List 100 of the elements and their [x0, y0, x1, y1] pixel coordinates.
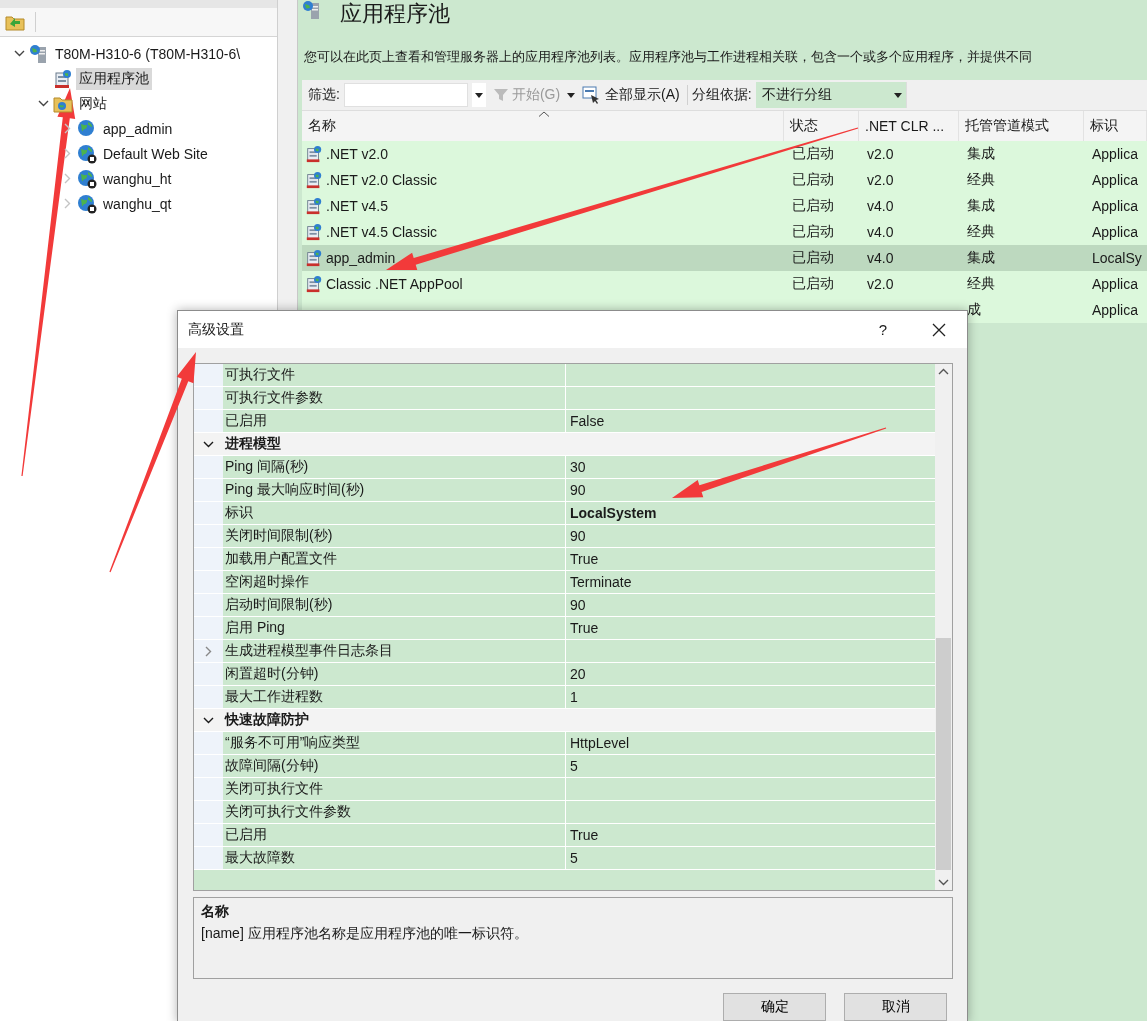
property-value[interactable]: 90	[570, 482, 586, 498]
property-value[interactable]: 5	[570, 758, 578, 774]
dropdown-caret-icon[interactable]	[567, 92, 576, 98]
property-name: 标识	[225, 504, 253, 522]
table-cell: 成	[967, 301, 981, 319]
table-row[interactable]: app_admin 已启动 v4.0 集成 LocalSy	[302, 245, 1147, 271]
table-cell: 已启动	[792, 249, 834, 267]
app-pool-icon	[305, 223, 323, 241]
filter-label: 筛选:	[308, 86, 340, 104]
table-row[interactable]: .NET v4.5 已启动 v4.0 集成 Applica	[302, 193, 1147, 219]
folder-globe-icon	[53, 94, 73, 113]
row-gutter	[194, 847, 223, 869]
property-value[interactable]: False	[570, 413, 605, 429]
table-cell: v2.0	[867, 172, 894, 188]
tree-item[interactable]: wanghu_ht	[100, 168, 175, 189]
tree-item[interactable]: Default Web Site	[100, 143, 211, 164]
folder-arrow-icon[interactable]	[5, 13, 25, 31]
tree-item[interactable]: wanghu_qt	[100, 193, 175, 214]
property-name: 闲置超时(分钟)	[225, 665, 319, 683]
property-value[interactable]: True	[570, 620, 599, 636]
tree-item[interactable]: app_admin	[100, 118, 176, 139]
sort-ascending-icon	[538, 111, 550, 117]
property-value[interactable]: 5	[570, 850, 578, 866]
description-text: [name] 应用程序池名称是应用程序池的唯一标识符。	[201, 925, 529, 943]
page-description: 您可以在此页上查看和管理服务器上的应用程序池列表。应用程序池与工作进程相关联，包含一个或多个应用程序，并提供不同	[304, 48, 1033, 66]
category-label: 快速故障防护	[223, 710, 310, 729]
property-name: 关闭时间限制(秒)	[225, 527, 333, 545]
chevron-down-icon[interactable]	[37, 100, 49, 107]
property-value[interactable]: Terminate	[570, 574, 632, 590]
property-name: 最大工作进程数	[225, 688, 323, 706]
property-name: “服务不可用”响应类型	[225, 734, 361, 752]
caret-icon[interactable]	[893, 92, 902, 98]
app-pool-icon	[305, 145, 323, 163]
table-cell: v4.0	[867, 198, 894, 214]
chevron-down-icon[interactable]	[13, 50, 25, 57]
property-value[interactable]: HttpLevel	[570, 735, 630, 751]
row-gutter	[194, 548, 223, 570]
table-cell: v4.0	[867, 224, 894, 240]
row-gutter	[194, 571, 223, 593]
row-gutter	[194, 364, 223, 386]
table-cell: Applica	[1092, 302, 1138, 318]
row-gutter	[194, 824, 223, 846]
table-cell: 经典	[967, 171, 995, 189]
table-cell: Applica	[1092, 198, 1138, 214]
server-icon	[302, 0, 322, 20]
table-cell: 已启动	[792, 197, 834, 215]
row-gutter	[194, 502, 223, 524]
table-cell: 已启动	[792, 275, 834, 293]
group-by-label: 分组依据:	[691, 86, 752, 104]
row-gutter	[194, 755, 223, 777]
app-pool-icon	[305, 197, 323, 215]
table-cell: Applica	[1092, 172, 1138, 188]
property-value[interactable]: 20	[570, 666, 586, 682]
chevron-down-icon[interactable]	[203, 716, 214, 724]
filter-field[interactable]	[343, 83, 468, 107]
tree-item[interactable]: 应用程序池	[76, 67, 152, 90]
table-cell: Applica	[1092, 146, 1138, 162]
dialog-button[interactable]: 确定	[723, 993, 826, 1021]
property-value[interactable]: 30	[570, 459, 586, 475]
app-pool-icon	[305, 249, 323, 267]
property-value[interactable]: 1	[570, 689, 578, 705]
table-cell: app_admin	[326, 250, 396, 266]
help-button[interactable]: ?	[855, 321, 911, 338]
property-name: 空闲超时操作	[225, 573, 309, 591]
tree-item[interactable]: 网站	[76, 92, 110, 115]
property-value[interactable]: True	[570, 551, 599, 567]
property-value[interactable]: True	[570, 827, 599, 843]
row-gutter	[194, 594, 223, 616]
table-row[interactable]: .NET v2.0 Classic 已启动 v2.0 经典 Applica	[302, 167, 1147, 193]
group-by-select[interactable]: 不进行分组	[755, 82, 907, 108]
scrollbar[interactable]	[935, 364, 952, 890]
property-value[interactable]: LocalSystem	[570, 505, 657, 521]
close-icon	[932, 322, 946, 337]
table-cell: Applica	[1092, 276, 1138, 292]
table-row[interactable]: Classic .NET AppPool 已启动 v2.0 经典 Applica	[302, 271, 1147, 297]
table-cell: 已启动	[792, 223, 834, 241]
tree-item[interactable]: T80M-H310-6 (T80M-H310-6\	[52, 43, 244, 64]
property-name: 故障间隔(分钟)	[225, 757, 319, 775]
table-cell: .NET v4.5 Classic	[326, 224, 437, 240]
chevron-down-icon[interactable]	[203, 440, 214, 448]
row-gutter	[194, 479, 223, 501]
table-cell: .NET v4.5	[326, 198, 388, 214]
table-row[interactable]: .NET v4.5 Classic 已启动 v4.0 经典 Applica	[302, 219, 1147, 245]
property-name: 可执行文件	[225, 366, 295, 384]
show-all-button[interactable]: 全部显示(A)	[579, 86, 683, 104]
funnel-icon	[492, 88, 509, 102]
property-value[interactable]: 90	[570, 528, 586, 544]
property-name: Ping 间隔(秒)	[225, 458, 309, 476]
row-gutter	[194, 801, 223, 823]
table-cell: 经典	[967, 275, 995, 293]
page-title: 应用程序池	[340, 0, 450, 28]
property-name: 启动时间限制(秒)	[225, 596, 333, 614]
dropdown-caret-icon[interactable]	[474, 92, 483, 98]
dialog-button[interactable]: 取消	[844, 993, 947, 1021]
chevron-right-icon[interactable]	[205, 645, 212, 657]
property-value[interactable]: 90	[570, 597, 586, 613]
property-name: Ping 最大响应时间(秒)	[225, 481, 365, 499]
table-cell: 集成	[967, 249, 995, 267]
table-cell: 已启动	[792, 171, 834, 189]
row-gutter	[194, 778, 223, 800]
